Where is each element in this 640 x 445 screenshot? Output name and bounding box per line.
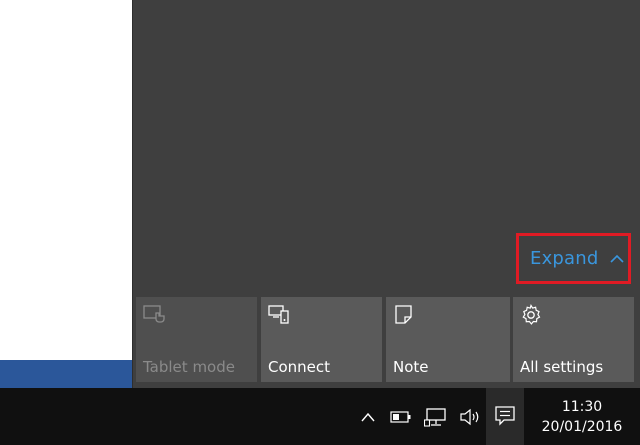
- background-window[interactable]: [0, 0, 132, 388]
- show-hidden-icons-icon[interactable]: [356, 388, 380, 445]
- tile-label: Note: [393, 358, 429, 376]
- taskbar: 11:30 20/01/2016: [0, 388, 640, 445]
- action-center-icon: [494, 404, 516, 430]
- tablet-mode-icon: [142, 303, 166, 327]
- clock-time: 11:30: [561, 398, 603, 415]
- taskbar-clock[interactable]: 11:30 20/01/2016: [524, 388, 640, 445]
- expand-button[interactable]: Expand: [516, 233, 631, 284]
- screen: Expand Tablet mode Connect Note All sett…: [0, 0, 640, 445]
- volume-icon[interactable]: [456, 388, 484, 445]
- clock-date: 20/01/2016: [541, 418, 623, 435]
- chevron-up-icon: [609, 251, 625, 267]
- tile-all-settings[interactable]: All settings: [513, 297, 634, 382]
- battery-icon[interactable]: [388, 388, 414, 445]
- tile-label: All settings: [520, 358, 604, 376]
- tile-label: Connect: [268, 358, 331, 376]
- expand-label: Expand: [530, 248, 599, 269]
- tile-note[interactable]: Note: [386, 297, 510, 382]
- window-blue-bar: [0, 360, 132, 388]
- tile-tablet-mode[interactable]: Tablet mode: [136, 297, 257, 382]
- note-icon: [392, 303, 416, 327]
- action-center-button[interactable]: [486, 388, 524, 445]
- gear-icon: [519, 303, 543, 327]
- connect-icon: [267, 303, 291, 327]
- network-icon[interactable]: [422, 388, 450, 445]
- tile-label: Tablet mode: [143, 358, 235, 376]
- tile-connect[interactable]: Connect: [261, 297, 382, 382]
